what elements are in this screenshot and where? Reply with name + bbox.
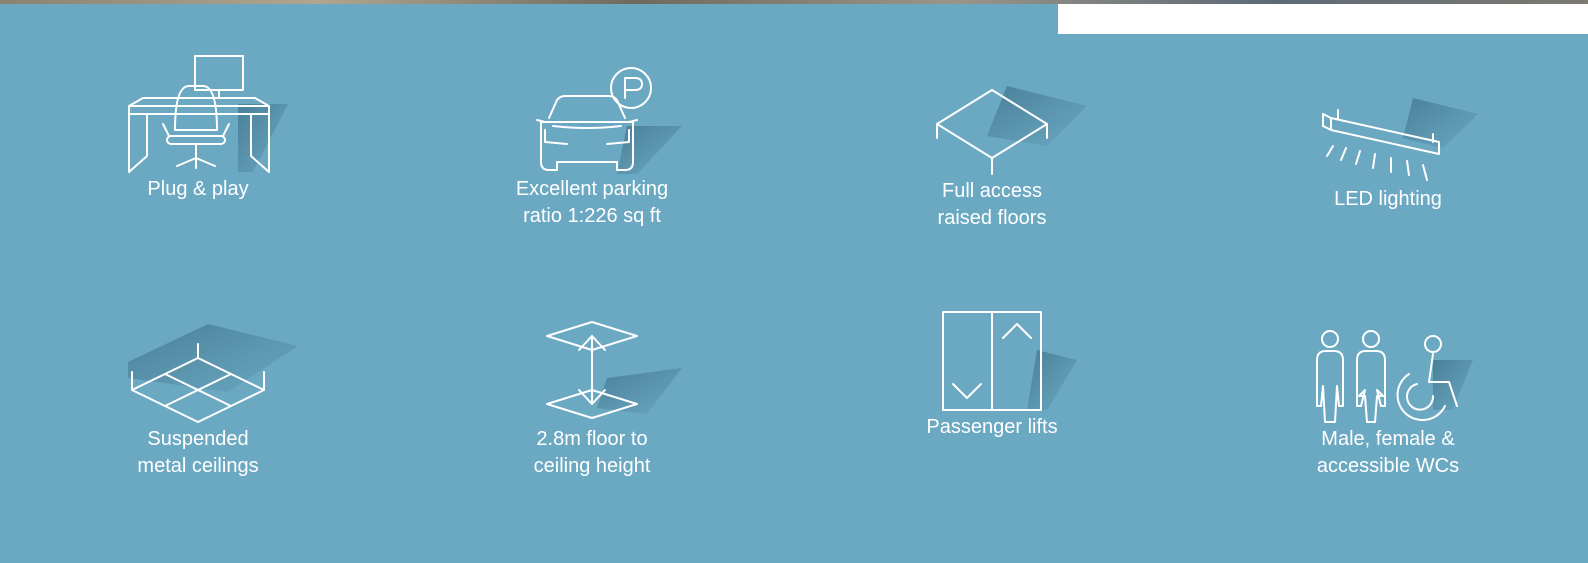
white-panel (1058, 4, 1588, 34)
feature-label: 2.8m floor to ceiling height (533, 428, 651, 477)
feature-label: Suspended metal ceilings (137, 428, 259, 477)
feature-label: Full access raised floors (937, 180, 1047, 229)
toilets-icon (1293, 330, 1483, 426)
feature-parking: Excellent parking ratio 1:226 sq ft (472, 66, 712, 230)
height-arrow-icon (497, 318, 687, 426)
feature-passenger-lifts: Passenger lifts (872, 310, 1112, 441)
feature-plug-and-play: Plug & play (78, 54, 318, 203)
raised-floor-icon (897, 76, 1087, 178)
feature-led-lighting: LED lighting (1268, 88, 1508, 213)
feature-label: Passenger lifts (926, 416, 1058, 438)
feature-raised-floors: Full access raised floors (872, 76, 1112, 232)
feature-label: Plug & play (147, 178, 249, 200)
feature-suspended-ceilings: Suspended metal ceilings (78, 322, 318, 480)
feature-wcs: Male, female & accessible WCs (1268, 330, 1508, 480)
desk-chair-icon (103, 54, 293, 176)
lift-icon (897, 310, 1087, 414)
feature-ceiling-height: 2.8m floor to ceiling height (472, 318, 712, 480)
ceiling-grid-icon (88, 322, 308, 426)
feature-label: Excellent parking ratio 1:226 sq ft (515, 178, 669, 227)
led-light-icon (1293, 88, 1483, 186)
feature-label: LED lighting (1334, 188, 1442, 210)
feature-label: Male, female & accessible WCs (1316, 428, 1460, 477)
car-parking-icon (497, 66, 687, 176)
